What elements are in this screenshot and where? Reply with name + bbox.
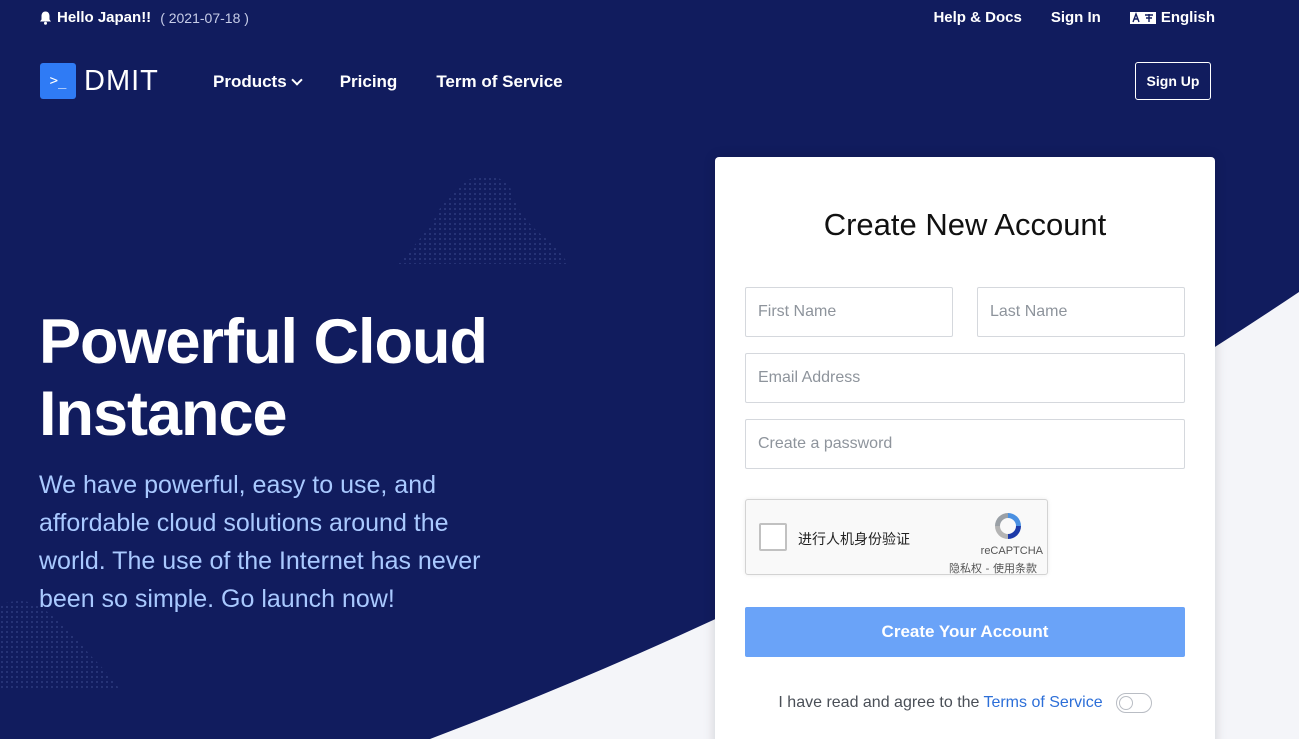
top-bar: Hello Japan!! ( 2021-07-18 ) Help & Docs… <box>0 0 1299 38</box>
terms-agreement: I have read and agree to the Terms of Se… <box>715 693 1215 713</box>
create-account-button[interactable]: Create Your Account <box>745 607 1185 657</box>
form-title: Create New Account <box>823 207 1107 242</box>
toggle-knob <box>1118 696 1133 710</box>
last-name-input[interactable] <box>977 287 1185 337</box>
email-input[interactable] <box>745 353 1185 403</box>
language-selector[interactable]: English <box>1129 9 1215 26</box>
signup-card: Create New Account 进行人机身份验证 reCAPTCHA 隐私… <box>715 157 1215 739</box>
announcement-text: Hello Japan!! <box>57 9 152 26</box>
logo-text: DMIT <box>84 64 159 97</box>
language-label: English <box>1160 9 1215 26</box>
agree-text: I have read and agree to the <box>778 694 980 711</box>
nav-products-label: Products <box>213 72 287 91</box>
main-nav: >_ DMIT Products Pricing Term of Service… <box>0 60 1299 102</box>
translate-icon <box>1129 11 1156 24</box>
recaptcha-checkbox[interactable] <box>759 523 787 551</box>
recaptcha-logo-icon <box>995 513 1021 539</box>
chevron-down-icon <box>291 74 303 86</box>
recaptcha-widget: 进行人机身份验证 reCAPTCHA 隐私权 - 使用条款 <box>745 499 1048 575</box>
hero-title-line-1: Powerful Cloud <box>39 307 488 377</box>
nav-products[interactable]: Products <box>213 72 303 92</box>
recaptcha-label: 进行人机身份验证 <box>798 532 910 548</box>
logo[interactable]: >_ DMIT <box>40 63 159 99</box>
sign-up-button[interactable]: Sign Up <box>1135 62 1211 100</box>
nav-links: Products Pricing Term of Service <box>213 72 563 92</box>
recaptcha-brand: reCAPTCHA <box>980 545 1043 557</box>
help-docs-link[interactable]: Help & Docs <box>933 9 1021 26</box>
recaptcha-links[interactable]: 隐私权 - 使用条款 <box>949 560 1037 576</box>
terminal-icon: >_ <box>40 63 76 99</box>
first-name-input[interactable] <box>745 287 953 337</box>
announcement[interactable]: Hello Japan!! ( 2021-07-18 ) <box>39 9 249 26</box>
terms-of-service-link[interactable]: Terms of Service <box>983 694 1102 712</box>
hero-title: Powerful Cloud Instance <box>39 306 579 450</box>
hero-subtitle: We have powerful, easy to use, and affor… <box>39 471 481 613</box>
nav-pricing[interactable]: Pricing <box>340 72 398 92</box>
dotted-cloud-decoration <box>398 175 568 264</box>
bell-icon <box>40 11 51 25</box>
sign-in-link[interactable]: Sign In <box>1051 9 1101 26</box>
nav-terms[interactable]: Term of Service <box>436 72 562 92</box>
password-input[interactable] <box>745 419 1185 469</box>
hero-title-line-2: Instance <box>39 379 288 449</box>
agree-toggle[interactable] <box>1115 693 1152 713</box>
announcement-date: ( 2021-07-18 ) <box>160 9 249 26</box>
top-links: Help & Docs Sign In English <box>933 9 1215 26</box>
